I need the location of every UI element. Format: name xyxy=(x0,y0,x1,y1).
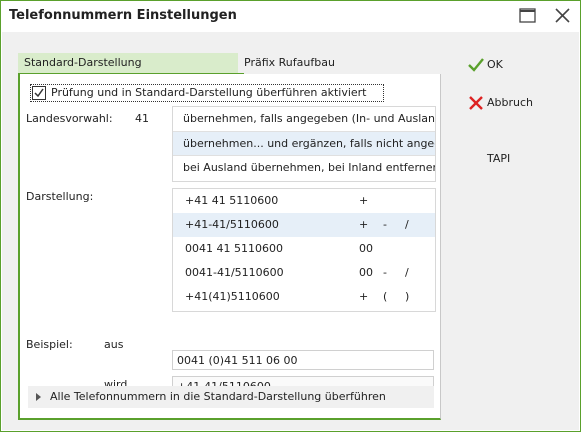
darstellung-sep: / xyxy=(405,266,409,279)
cross-icon xyxy=(469,96,483,110)
landesvorwahl-option[interactable]: übernehmen... und ergänzen, falls nicht … xyxy=(173,131,435,155)
checkmark-icon xyxy=(34,88,44,98)
beispiel-label: Beispiel: xyxy=(26,338,73,351)
landesvorwahl-options-list: übernehmen, falls angegeben (In- und Aus… xyxy=(172,106,436,182)
tapi-label: TAPI xyxy=(487,152,511,165)
aus-label: aus xyxy=(104,338,124,351)
tab-panel: Prüfung und in Standard-Darstellung über… xyxy=(18,74,441,420)
darstellung-number: 0041 41 5110600 xyxy=(185,242,283,255)
darstellung-row[interactable]: 0041-41/5110600 00 - / xyxy=(173,261,435,285)
maximize-button[interactable] xyxy=(515,5,541,27)
aus-field[interactable]: 0041 (0)41 511 06 00 xyxy=(172,350,434,370)
darstellung-label: Darstellung: xyxy=(26,190,94,203)
darstellung-number: +41 41 5110600 xyxy=(185,194,279,207)
activate-checkbox[interactable] xyxy=(32,86,46,100)
darstellung-sep: + xyxy=(359,290,369,303)
ok-label: OK xyxy=(487,58,503,71)
darstellung-sep: - xyxy=(383,218,387,231)
activate-checkbox-label: Prüfung und in Standard-Darstellung über… xyxy=(51,86,367,99)
darstellung-sep: / xyxy=(405,218,409,231)
darstellung-row[interactable]: +41(41)5110600 + ( ) xyxy=(173,285,435,309)
landesvorwahl-value: 41 xyxy=(135,112,149,125)
darstellung-list: +41 41 5110600 + +41-41/5110600 + - / 00… xyxy=(172,188,436,312)
activate-check-row[interactable]: Prüfung und in Standard-Darstellung über… xyxy=(30,84,384,102)
window-title: Telefonnummern Einstellungen xyxy=(9,8,237,23)
tab-praefix-rufaufbau[interactable]: Präfix Rufaufbau xyxy=(238,53,446,73)
darstellung-sep: - xyxy=(383,266,387,279)
darstellung-sep: ( xyxy=(383,290,388,303)
landesvorwahl-label: Landesvorwahl: xyxy=(26,112,113,125)
tab-standard-darstellung[interactable]: Standard-Darstellung xyxy=(18,53,244,75)
maximize-icon xyxy=(519,8,536,23)
dialog-body: Standard-Darstellung Präfix Rufaufbau Pr… xyxy=(2,32,579,430)
darstellung-number: +41(41)5110600 xyxy=(185,290,280,303)
darstellung-number: 0041-41/5110600 xyxy=(185,266,284,279)
dialog-window: Telefonnummern Einstellungen Standard-Da… xyxy=(0,0,581,432)
darstellung-number: +41-41/5110600 xyxy=(185,218,279,231)
abbruch-label: Abbruch xyxy=(487,96,534,109)
darstellung-row[interactable]: 0041 41 5110600 00 xyxy=(173,237,435,261)
darstellung-sep: ) xyxy=(405,290,410,303)
landesvorwahl-option[interactable]: bei Ausland übernehmen, bei Inland entfe… xyxy=(173,155,435,179)
close-icon xyxy=(555,8,570,23)
close-button[interactable] xyxy=(550,5,576,27)
darstellung-row[interactable]: +41 41 5110600 + xyxy=(173,189,435,213)
darstellung-sep: 00 xyxy=(359,242,373,255)
darstellung-row[interactable]: +41-41/5110600 + - / xyxy=(173,213,435,237)
checkmark-icon xyxy=(468,58,484,72)
convert-all-expander[interactable]: Alle Telefonnummern in die Standard-Dars… xyxy=(28,386,434,408)
convert-all-label: Alle Telefonnummern in die Standard-Dars… xyxy=(50,390,386,403)
darstellung-sep: + xyxy=(359,194,369,207)
landesvorwahl-option[interactable]: übernehmen, falls angegeben (In- und Aus… xyxy=(173,107,435,131)
expand-arrow-icon xyxy=(36,393,41,401)
title-bar: Telefonnummern Einstellungen xyxy=(1,1,580,31)
darstellung-sep: + xyxy=(359,218,369,231)
darstellung-sep: 00 xyxy=(359,266,373,279)
